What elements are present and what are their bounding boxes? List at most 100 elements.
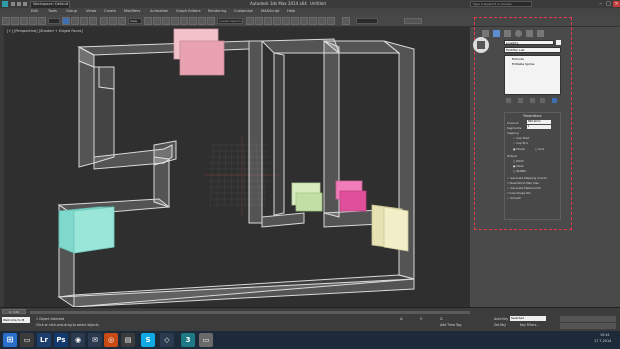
menu-tools[interactable]: Tools (48, 9, 57, 13)
configure-modifier-sets-icon[interactable] (552, 98, 557, 103)
app-logo-icon[interactable] (2, 1, 8, 7)
add-time-tag[interactable]: Add Time Tag (440, 323, 461, 327)
reference-coordinate-dropdown[interactable]: View (128, 18, 142, 24)
maxscript-listener[interactable]: Welcome to M (2, 317, 30, 323)
hierarchy-tab-icon[interactable] (504, 30, 511, 37)
named-selection-sets-input[interactable]: Create Selection Se (217, 18, 243, 24)
smooth-checkbox[interactable]: ✓ Smooth (507, 196, 521, 200)
mesh-radio[interactable]: ● Mesh (513, 164, 524, 168)
y-coord[interactable]: Y: (420, 317, 423, 321)
snaps-toggle-button[interactable] (171, 17, 179, 25)
bind-space-warp-button[interactable] (38, 17, 46, 25)
open-icon[interactable] (11, 2, 15, 6)
taskbar-explorer-icon[interactable]: ▭ (20, 333, 34, 347)
menu-maxscript[interactable]: MAXScript (261, 9, 279, 13)
render-iterative-button[interactable] (342, 17, 350, 25)
key-filters-button[interactable]: Key Filters... (520, 323, 539, 327)
rendered-frame-window-button[interactable] (318, 17, 326, 25)
morph-radio[interactable]: ● Morph (513, 147, 525, 151)
graphite-toggle-button[interactable] (273, 17, 281, 25)
utilities-tab-icon[interactable] (537, 30, 544, 37)
nurbs-radio[interactable]: ○ NURBS (513, 169, 526, 173)
select-by-name-button[interactable] (71, 17, 79, 25)
taskbar-photoshop-icon[interactable]: Ps (54, 333, 68, 347)
angle-snap-button[interactable] (180, 17, 188, 25)
real-world-map-checkbox[interactable]: ☐ Real-World Map Size (507, 181, 539, 185)
time-slider[interactable]: 0 / 100 (2, 309, 26, 314)
track-bar[interactable] (30, 311, 470, 314)
redo-button[interactable] (11, 17, 19, 25)
z-coord[interactable]: Z: (440, 317, 443, 321)
edit-named-selection-button[interactable] (207, 17, 215, 25)
menu-modifiers[interactable]: Modifiers (124, 9, 140, 13)
taskbar-firefox-icon[interactable]: ◎ (104, 333, 118, 347)
render-production-button[interactable] (327, 17, 335, 25)
modifier-stack[interactable]: Extrude Editable Spline (504, 55, 561, 95)
cap-start-checkbox[interactable]: ✓ Cap Start (513, 136, 529, 140)
rectangular-selection-button[interactable] (80, 17, 88, 25)
segments-spinner[interactable]: 1 (527, 125, 551, 129)
taskbar-folder-icon[interactable]: ▤ (121, 333, 135, 347)
create-tab-icon[interactable] (482, 30, 489, 37)
start-button[interactable]: ⊞ (3, 333, 17, 347)
modify-tab-icon[interactable] (493, 30, 500, 37)
generate-material-ids-checkbox[interactable]: ✓ Generate Material IDs (507, 186, 541, 190)
move-button[interactable] (100, 17, 108, 25)
curve-editor-button[interactable] (282, 17, 290, 25)
x-coord[interactable]: X: (400, 317, 403, 321)
manipulate-button[interactable] (153, 17, 161, 25)
stack-item-editable-spline[interactable]: Editable Spline (506, 62, 559, 66)
select-object-button[interactable] (62, 17, 70, 25)
amount-spinner[interactable]: 800,0mm (527, 120, 551, 124)
taskbar-app-icon[interactable]: ◇ (160, 333, 174, 347)
link-button[interactable] (20, 17, 28, 25)
menu-animation[interactable]: Animation (150, 9, 168, 13)
perspective-viewport[interactable]: [+] [Perspective] [Shaded + Edged Faces] (4, 27, 470, 307)
viewport-navigation-controls[interactable] (560, 323, 616, 329)
render-dropdown[interactable] (356, 18, 378, 24)
spinner-snap-button[interactable] (198, 17, 206, 25)
auto-key-button[interactable]: Auto Key (494, 317, 508, 321)
key-mode-dropdown[interactable]: Selected (510, 316, 546, 321)
grid-radio[interactable]: ○ Grid (535, 147, 544, 151)
minimize-button[interactable]: – (597, 1, 604, 7)
create-selection-button[interactable] (404, 18, 422, 24)
make-unique-icon[interactable] (530, 98, 535, 103)
selection-filter-dropdown[interactable] (48, 18, 60, 24)
unlink-button[interactable] (29, 17, 37, 25)
menu-help[interactable]: Help (287, 9, 295, 13)
object-color-swatch[interactable] (556, 40, 561, 45)
patch-radio[interactable]: ○ Patch (513, 159, 524, 163)
render-setup-button[interactable] (309, 17, 317, 25)
menu-create[interactable]: Create (104, 9, 116, 13)
menu-rendering[interactable]: Rendering (208, 9, 226, 13)
menu-customize[interactable]: Customize (234, 9, 253, 13)
taskbar-3dsmax-icon[interactable]: 3 (181, 333, 195, 347)
maximize-button[interactable]: □ (605, 1, 612, 7)
pivot-center-button[interactable] (144, 17, 152, 25)
rotate-button[interactable] (109, 17, 117, 25)
menu-graph-editors[interactable]: Graph Editors (176, 9, 201, 13)
close-button[interactable]: × (613, 1, 620, 7)
layer-manager-button[interactable] (264, 17, 272, 25)
generate-mapping-checkbox[interactable]: ✓ Generate Mapping Coords. (507, 176, 548, 180)
taskbar-outlook-icon[interactable]: ✉ (88, 333, 102, 347)
modifier-list-dropdown[interactable]: Modifier List (504, 47, 561, 53)
keyboard-shortcut-button[interactable] (162, 17, 170, 25)
taskbar-lightroom-icon[interactable]: Lr (37, 333, 51, 347)
mirror-button[interactable] (246, 17, 254, 25)
align-button[interactable] (255, 17, 263, 25)
menu-views[interactable]: Views (86, 9, 96, 13)
taskbar-skype-icon[interactable]: S (141, 333, 155, 347)
help-search-input[interactable]: Type a keyword or phrase (470, 1, 532, 7)
taskbar-time[interactable]: 19:41 (600, 333, 610, 337)
display-tab-icon[interactable] (526, 30, 533, 37)
material-editor-button[interactable] (300, 17, 308, 25)
save-icon[interactable] (17, 2, 21, 6)
scale-button[interactable] (118, 17, 126, 25)
parameters-title[interactable]: Parameters (505, 114, 560, 119)
schematic-view-button[interactable] (291, 17, 299, 25)
taskbar-date[interactable]: 17.7.2014 (594, 339, 611, 343)
undo-icon[interactable] (23, 2, 27, 6)
motion-tab-icon[interactable] (515, 30, 522, 37)
